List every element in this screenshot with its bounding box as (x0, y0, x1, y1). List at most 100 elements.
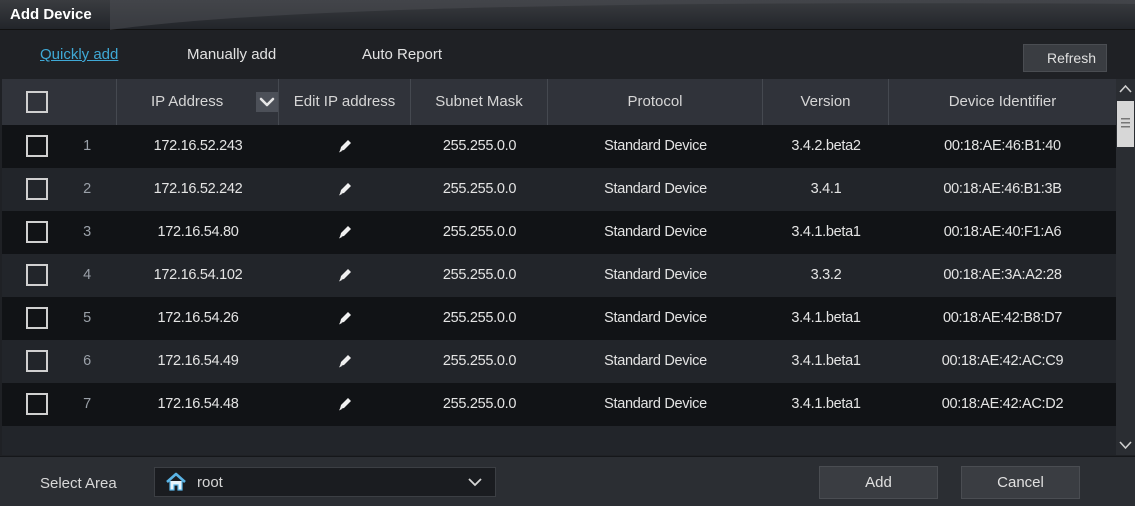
chevron-down-icon[interactable] (256, 92, 278, 112)
edit-ip-cell (279, 254, 411, 297)
version-cell: 3.4.1.beta1 (791, 310, 861, 326)
scroll-down-icon[interactable] (1116, 435, 1135, 455)
tab-manually-add[interactable]: Manually add (187, 46, 276, 63)
ip-address-cell: 172.16.52.242 (153, 181, 243, 197)
version-cell: 3.3.2 (810, 267, 842, 283)
ip-address-cell: 172.16.54.49 (157, 353, 239, 369)
ip-address-cell: 172.16.54.26 (157, 310, 239, 326)
row-checkbox[interactable] (26, 350, 48, 372)
header-subnet-mask: Subnet Mask (411, 79, 548, 125)
protocol-cell: Standard Device (604, 310, 707, 326)
pencil-icon[interactable] (336, 137, 354, 155)
row-number: 5 (83, 310, 91, 326)
home-icon (166, 472, 186, 491)
table-row[interactable]: 1 172.16.52.243 255.255.0.0 Standard Device… (2, 125, 1116, 168)
version-cell: 3.4.2.beta2 (791, 138, 861, 154)
header-select-column (2, 79, 117, 125)
table-row[interactable]: 5 172.16.54.26 255.255.0.0 Standard Device 3… (2, 297, 1116, 340)
dialog-title: Add Device (10, 6, 92, 23)
pencil-icon[interactable] (336, 395, 354, 413)
pencil-icon[interactable] (336, 180, 354, 198)
device-identifier-cell: 00:18:AE:3A:A2:28 (943, 267, 1062, 283)
edit-ip-cell (279, 168, 411, 211)
table-header: IP Address Edit IP address Subnet Mask P… (2, 79, 1116, 125)
select-area-label: Select Area (40, 475, 117, 492)
version-cell: 3.4.1 (810, 181, 842, 197)
header-device-identifier: Device Identifier (948, 93, 1057, 110)
header-protocol: Protocol (548, 79, 763, 125)
subnet-mask-cell: 255.255.0.0 (442, 224, 517, 240)
row-number: 2 (83, 181, 91, 197)
version-cell: 3.4.1.beta1 (791, 353, 861, 369)
subnet-mask-cell: 255.255.0.0 (442, 138, 517, 154)
header-version: Version (763, 79, 889, 125)
header-ip-address[interactable]: IP Address (117, 79, 279, 125)
version-cell: 3.4.1.beta1 (791, 396, 861, 412)
subnet-mask-cell: 255.255.0.0 (442, 267, 517, 283)
header-ip-address-label: IP Address (151, 93, 224, 110)
table-row[interactable]: 6 172.16.54.49 255.255.0.0 Standard Device 3… (2, 340, 1116, 383)
row-number: 4 (83, 267, 91, 283)
table-row[interactable]: 4 172.16.54.102 255.255.0.0 Standard Device… (2, 254, 1116, 297)
title-bar: Add Device (0, 0, 1135, 30)
pencil-icon[interactable] (336, 223, 354, 241)
subnet-mask-cell: 255.255.0.0 (442, 310, 517, 326)
table-row[interactable]: 2 172.16.52.242 255.255.0.0 Standard Device… (2, 168, 1116, 211)
row-checkbox[interactable] (26, 135, 48, 157)
row-checkbox[interactable] (26, 221, 48, 243)
cancel-button[interactable]: Cancel (961, 466, 1080, 499)
device-identifier-cell: 00:18:AE:40:F1:A6 (943, 224, 1062, 240)
device-identifier-cell: 00:18:AE:42:AC:D2 (941, 396, 1064, 412)
protocol-cell: Standard Device (604, 267, 707, 283)
title-bar-swoosh (110, 0, 1135, 30)
empty-row (2, 426, 1116, 455)
protocol-cell: Standard Device (604, 353, 707, 369)
row-checkbox[interactable] (26, 393, 48, 415)
scroll-up-icon[interactable] (1116, 79, 1135, 99)
tab-quickly-add[interactable]: Quickly add (40, 46, 118, 63)
add-device-dialog: Add Device Quickly add Manually add Auto… (0, 0, 1135, 506)
ip-address-cell: 172.16.54.80 (157, 224, 239, 240)
protocol-cell: Standard Device (604, 224, 707, 240)
pencil-icon[interactable] (336, 309, 354, 327)
footer-bar: Select Area root Add Cancel (0, 456, 1135, 506)
chevron-down-icon (468, 478, 482, 487)
pencil-icon[interactable] (336, 266, 354, 284)
tab-auto-report[interactable]: Auto Report (362, 46, 442, 63)
vertical-scrollbar[interactable] (1116, 79, 1135, 455)
scrollbar-thumb[interactable] (1117, 101, 1134, 147)
protocol-cell: Standard Device (604, 181, 707, 197)
ip-address-cell: 172.16.54.48 (157, 396, 239, 412)
edit-ip-cell (279, 211, 411, 254)
row-number: 6 (83, 353, 91, 369)
row-number: 3 (83, 224, 91, 240)
subnet-mask-cell: 255.255.0.0 (442, 181, 517, 197)
refresh-button[interactable]: Refresh (1023, 44, 1107, 72)
area-select-value: root (197, 474, 223, 491)
pencil-icon[interactable] (336, 352, 354, 370)
edit-ip-cell (279, 297, 411, 340)
header-edit-ip: Edit IP address (279, 79, 411, 125)
row-checkbox[interactable] (26, 178, 48, 200)
device-identifier-cell: 00:18:AE:42:B8:D7 (942, 310, 1063, 326)
device-identifier-cell: 00:18:AE:46:B1:40 (944, 138, 1061, 154)
device-table: IP Address Edit IP address Subnet Mask P… (2, 79, 1116, 455)
row-number: 1 (83, 138, 91, 154)
tab-bar: Quickly add Manually add Auto Report Ref… (0, 31, 1135, 75)
table-row[interactable]: 7 172.16.54.48 255.255.0.0 Standard Device 3… (2, 383, 1116, 426)
add-button[interactable]: Add (819, 466, 938, 499)
device-identifier-cell: 00:18:AE:46:B1:3B (943, 181, 1062, 197)
grip-icon (1121, 118, 1130, 128)
ip-address-cell: 172.16.54.102 (153, 267, 243, 283)
row-checkbox[interactable] (26, 264, 48, 286)
edit-ip-cell (279, 125, 411, 168)
row-number: 7 (83, 396, 91, 412)
table-row[interactable]: 3 172.16.54.80 255.255.0.0 Standard Device 3… (2, 211, 1116, 254)
version-cell: 3.4.1.beta1 (791, 224, 861, 240)
ip-address-cell: 172.16.52.243 (153, 138, 243, 154)
subnet-mask-cell: 255.255.0.0 (442, 353, 517, 369)
area-select[interactable]: root (154, 467, 496, 497)
row-checkbox[interactable] (26, 307, 48, 329)
select-all-checkbox[interactable] (26, 91, 48, 113)
edit-ip-cell (279, 340, 411, 383)
